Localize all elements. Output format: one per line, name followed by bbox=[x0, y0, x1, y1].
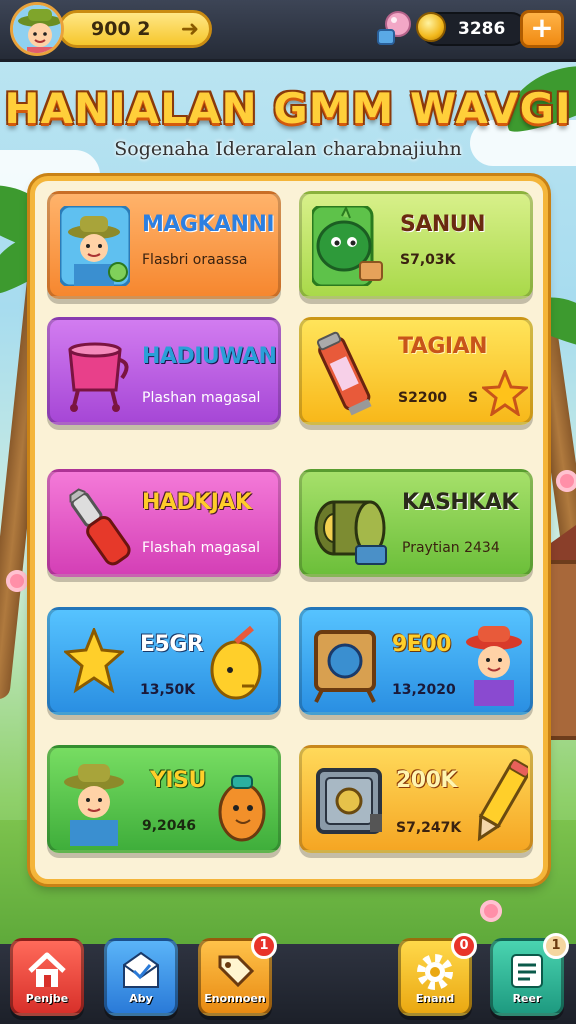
shop-card-e5gr[interactable]: E5GR 13,50K bbox=[47, 607, 281, 715]
farmer-avatar-icon bbox=[64, 764, 124, 846]
card-title: 200K bbox=[396, 768, 457, 793]
card-description: 13,50K bbox=[140, 682, 196, 698]
shop-card-hadkjak[interactable]: HADKJAK Flashah magasal bbox=[47, 469, 281, 577]
card-title: YISU bbox=[150, 768, 206, 793]
farmer-avatar-icon bbox=[60, 206, 130, 286]
card-description-suffix: S bbox=[468, 390, 479, 406]
card-description: S7,03K bbox=[400, 252, 456, 268]
top-bar: 900 2 ➜ 3286 + bbox=[0, 0, 576, 62]
nav-label: Aby bbox=[129, 992, 153, 1005]
card-title: MAGKANNI bbox=[142, 212, 275, 237]
green-creature-icon bbox=[312, 206, 383, 286]
card-title: KASHKAK bbox=[402, 490, 518, 515]
nav-label: Enand bbox=[415, 992, 455, 1005]
gold-coin-icon bbox=[416, 12, 446, 42]
drum-icon bbox=[314, 500, 387, 565]
shop-card-sanun[interactable]: SANUN S7,03K bbox=[299, 191, 533, 299]
card-description: Flashah magasal bbox=[142, 540, 261, 556]
nav-label: Enonnoen bbox=[204, 992, 266, 1005]
card-description: S7,247K bbox=[396, 820, 462, 836]
shop-card-kashkak[interactable]: KASHKAK Praytian 2434 bbox=[299, 469, 533, 577]
flower bbox=[6, 570, 28, 592]
nav-button-home[interactable]: Penjbe bbox=[10, 938, 84, 1016]
notification-badge: 1 bbox=[543, 933, 569, 959]
villager-avatar-icon bbox=[466, 626, 522, 706]
nav-button-settings[interactable]: Enand 0 bbox=[398, 933, 477, 1016]
card-description: Flasbri oraassa bbox=[142, 252, 248, 268]
page-title: HANIALAN GMM WAVGI bbox=[4, 84, 572, 133]
card-title: HADIUWAN bbox=[142, 344, 277, 369]
pencil-icon bbox=[477, 759, 528, 842]
star-icon bbox=[64, 628, 124, 694]
potion-bottle-icon bbox=[316, 331, 372, 416]
player-avatar[interactable] bbox=[10, 2, 64, 56]
card-title: SANUN bbox=[400, 212, 486, 237]
list-icon bbox=[511, 954, 543, 988]
player-avatar-icon bbox=[13, 5, 61, 53]
card-description: 13,2020 bbox=[392, 682, 456, 698]
card-description: S2200 bbox=[398, 390, 448, 406]
frame-icon bbox=[314, 630, 376, 703]
shop-card-200k[interactable]: 200K S7,247K bbox=[299, 745, 533, 853]
safe-icon bbox=[316, 768, 382, 834]
shop-card-magkanni[interactable]: MAGKANNI Flasbri oraassa bbox=[47, 191, 281, 299]
shop-card-hadiuwan[interactable]: HADIUWAN Plashan magasal bbox=[47, 317, 281, 425]
tag-icon bbox=[218, 955, 255, 988]
shop-card-tagian[interactable]: TAGIAN S2200 S bbox=[299, 317, 533, 425]
flower bbox=[556, 470, 576, 492]
coin-counter[interactable]: 900 2 ➜ bbox=[58, 10, 212, 48]
card-description: Praytian 2434 bbox=[402, 540, 500, 556]
shop-panel: MAGKANNI Flasbri oraassa SANUN S7,03K HA… bbox=[30, 176, 548, 884]
home-icon bbox=[28, 952, 66, 987]
shop-card-9e00[interactable]: 9E00 13,2020 bbox=[299, 607, 533, 715]
fruit-creature-icon bbox=[218, 775, 266, 842]
nav-button-tag[interactable]: Enonnoen 1 bbox=[198, 933, 277, 1016]
gem-pile-icon[interactable] bbox=[376, 8, 416, 48]
card-title: 9E00 bbox=[392, 632, 451, 657]
nav-label: Reer bbox=[512, 992, 542, 1005]
card-title: E5GR bbox=[140, 632, 204, 657]
arrow-right-icon: ➜ bbox=[180, 17, 199, 42]
shop-card-yisu[interactable]: YISU 9,2046 bbox=[47, 745, 281, 853]
nav-button-mail[interactable]: Aby bbox=[104, 938, 178, 1016]
coin-count: 900 2 bbox=[91, 18, 151, 40]
mail-icon bbox=[123, 951, 159, 988]
card-title: HADKJAK bbox=[142, 490, 252, 515]
star-icon bbox=[482, 370, 528, 416]
notification-badge: 1 bbox=[251, 933, 277, 959]
cauldron-icon bbox=[68, 342, 129, 412]
card-description: Plashan magasal bbox=[142, 390, 261, 406]
notification-badge: 0 bbox=[451, 933, 477, 959]
currency-count: 3286 bbox=[458, 19, 506, 39]
page-subtitle: Sogenaha Ideraralan charabnajiuhn bbox=[114, 138, 462, 160]
nav-label: Penjbe bbox=[25, 992, 69, 1005]
nav-button-list[interactable]: Reer 1 bbox=[490, 933, 569, 1016]
flower bbox=[480, 900, 502, 922]
card-title: TAGIAN bbox=[398, 334, 488, 359]
gear-icon bbox=[417, 954, 453, 990]
wrench-icon bbox=[69, 488, 131, 566]
fruit-creature-icon bbox=[210, 625, 262, 700]
add-currency-button[interactable]: + bbox=[520, 10, 564, 48]
card-description: 9,2046 bbox=[142, 818, 197, 834]
